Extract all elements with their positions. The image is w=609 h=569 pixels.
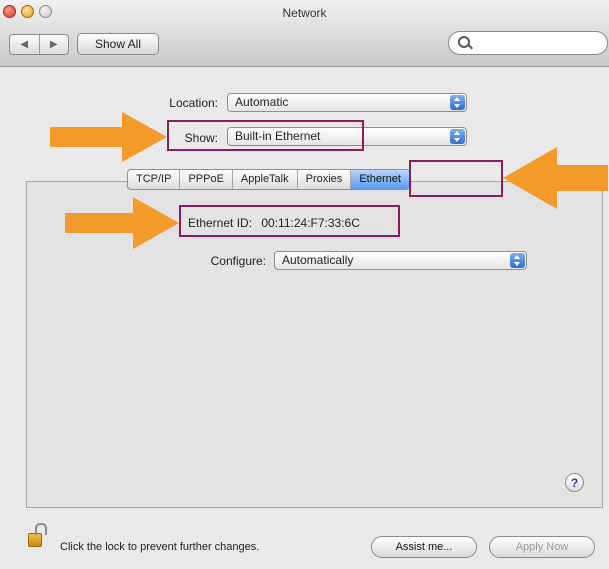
network-preferences-window: Network ◀ ▶ Show All Location: Automatic…	[0, 0, 609, 569]
show-all-button[interactable]: Show All	[77, 33, 159, 55]
location-label: Location:	[169, 96, 218, 110]
ethernet-id-highlight-box	[179, 205, 400, 237]
configure-label: Configure:	[210, 254, 266, 268]
pointer-arrow-ethernet-id-icon	[65, 197, 179, 249]
popup-arrows-icon	[450, 95, 465, 110]
tab-bar: TCP/IP PPPoE AppleTalk Proxies Ethernet	[127, 169, 410, 190]
back-forward-control: ◀ ▶	[9, 34, 69, 55]
tab-proxies[interactable]: Proxies	[298, 170, 352, 189]
location-value: Automatic	[235, 95, 289, 109]
search-icon	[458, 36, 470, 48]
assist-me-button[interactable]: Assist me...	[371, 536, 477, 558]
popup-arrows-icon	[450, 129, 465, 144]
apply-now-button[interactable]: Apply Now	[489, 536, 595, 558]
configure-value: Automatically	[282, 253, 354, 267]
popup-arrows-icon	[510, 253, 525, 268]
show-highlight-box	[167, 120, 364, 151]
tab-ethernet[interactable]: Ethernet	[351, 170, 409, 189]
back-button[interactable]: ◀	[10, 35, 40, 54]
search-field[interactable]	[448, 31, 608, 55]
lock-message: Click the lock to prevent further change…	[60, 541, 260, 553]
tab-pppoe[interactable]: PPPoE	[180, 170, 233, 189]
pointer-arrow-ethernet-tab-icon	[503, 147, 608, 209]
left-triangle-icon: ◀	[20, 39, 29, 50]
title-bar: Network ◀ ▶ Show All	[0, 0, 609, 67]
configure-popup[interactable]: Automatically	[274, 251, 527, 270]
help-button[interactable]: ?	[565, 473, 584, 492]
tab-tcp-ip[interactable]: TCP/IP	[128, 170, 181, 189]
lock-icon[interactable]	[28, 523, 47, 547]
location-popup[interactable]: Automatic	[227, 93, 467, 112]
window-title: Network	[282, 6, 327, 20]
right-triangle-icon: ▶	[49, 39, 58, 50]
forward-button[interactable]: ▶	[40, 35, 69, 54]
pointer-arrow-show-icon	[50, 112, 167, 162]
ethernet-tab-highlight-box	[409, 160, 503, 197]
tab-appletalk[interactable]: AppleTalk	[233, 170, 298, 189]
search-input[interactable]	[475, 35, 599, 53]
